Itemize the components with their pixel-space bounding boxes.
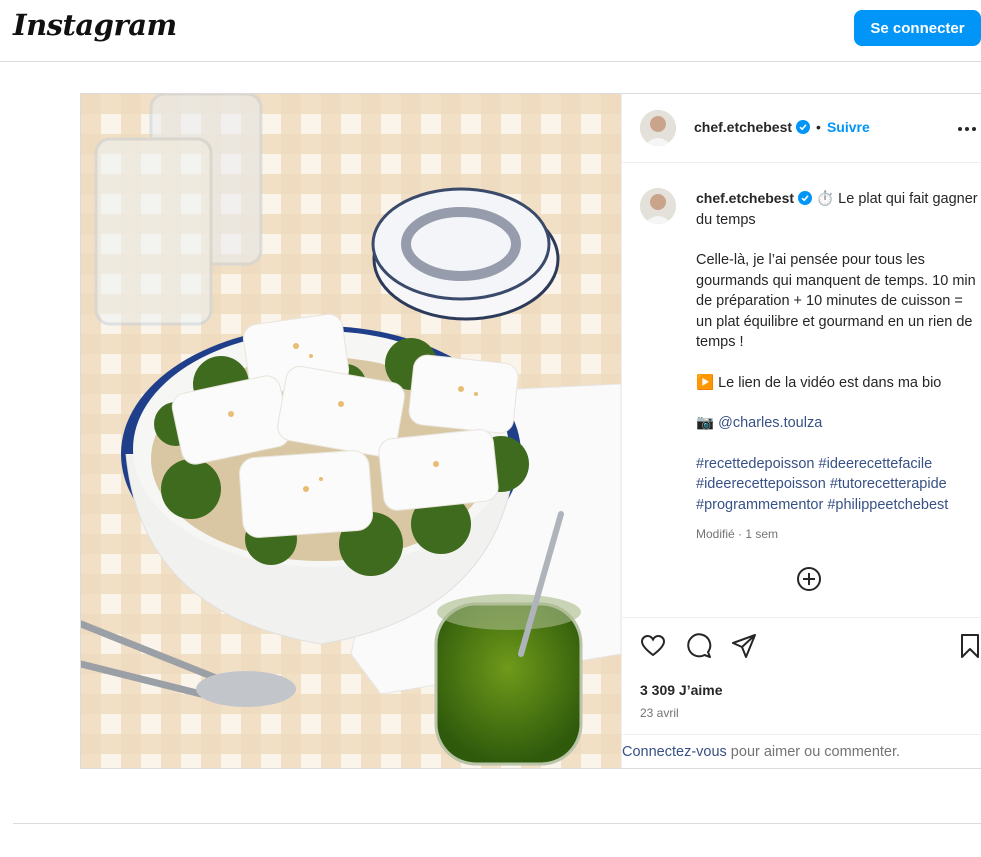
instagram-logo[interactable]: Instagram — [13, 8, 177, 42]
footer-divider — [13, 823, 981, 824]
hashtag-link[interactable]: #tutorecetterapide — [830, 476, 947, 492]
hashtag-link[interactable]: #recettedepoisson — [696, 456, 815, 472]
header-user-line: chef.etchebest • Suivre — [694, 119, 870, 135]
post-actions: 3 309 J’aime 23 avril — [622, 617, 981, 734]
top-bar: Instagram Se connecter — [0, 0, 981, 62]
post-date: 23 avril — [640, 706, 679, 720]
verified-badge-icon — [796, 120, 811, 134]
login-link[interactable]: Connectez-vous — [622, 744, 727, 760]
hashtag-link[interactable]: #ideerecettefacile — [819, 456, 933, 472]
follow-button[interactable]: Suivre — [827, 119, 870, 135]
bookmark-icon[interactable] — [957, 633, 981, 659]
send-icon[interactable] — [731, 633, 757, 659]
author-username[interactable]: chef.etchebest — [694, 119, 792, 135]
heart-icon[interactable] — [640, 633, 666, 659]
login-prompt: Connectez-vous pour aimer ou commenter. — [622, 734, 981, 768]
hashtag-link[interactable]: #programmementor — [696, 497, 823, 513]
photographer-mention[interactable]: @charles.toulza — [718, 415, 822, 431]
avatar-photo — [640, 110, 676, 146]
caption-video-link-note: ▶️ Le lien de la vidéo est dans ma bio — [696, 374, 942, 391]
author-avatar[interactable] — [640, 110, 676, 146]
hashtag-link[interactable]: #ideerecettepoisson — [696, 476, 826, 492]
post-header: chef.etchebest • Suivre — [622, 94, 981, 163]
likes-count[interactable]: 3 309 J’aime — [640, 682, 723, 698]
post-side-panel: chef.etchebest • Suivre chef.etchebest ⏱️ … — [621, 94, 981, 768]
camera-icon: 📷 — [696, 415, 715, 431]
post: chef.etchebest • Suivre chef.etchebest ⏱️ … — [80, 93, 981, 769]
caption-meta: Modifié · 1 sem — [696, 527, 779, 541]
separator-dot: • — [816, 119, 821, 135]
more-options-icon[interactable] — [957, 122, 977, 136]
login-prompt-text: pour aimer ou commenter. — [726, 744, 901, 760]
verified-badge-icon — [798, 191, 813, 205]
avatar-photo — [640, 188, 676, 224]
hashtag-link[interactable]: #philippeetchebest — [827, 497, 948, 513]
post-image[interactable] — [81, 94, 621, 768]
post-caption: chef.etchebest ⏱️ Le plat qui fait gagne… — [696, 188, 981, 545]
comment-icon[interactable] — [686, 633, 712, 659]
caption-body: Celle-là, je l’ai pensée pour tous les g… — [696, 252, 976, 350]
caption-avatar[interactable] — [640, 188, 676, 224]
caption-username[interactable]: chef.etchebest — [696, 190, 794, 206]
caption-area: chef.etchebest ⏱️ Le plat qui fait gagne… — [622, 164, 981, 617]
plus-circle-icon[interactable] — [796, 566, 822, 592]
login-button[interactable]: Se connecter — [854, 10, 981, 46]
food-photo-illustration — [81, 94, 621, 768]
hashtags: #recettedepoisson #ideerecettefacile #id… — [696, 454, 981, 516]
